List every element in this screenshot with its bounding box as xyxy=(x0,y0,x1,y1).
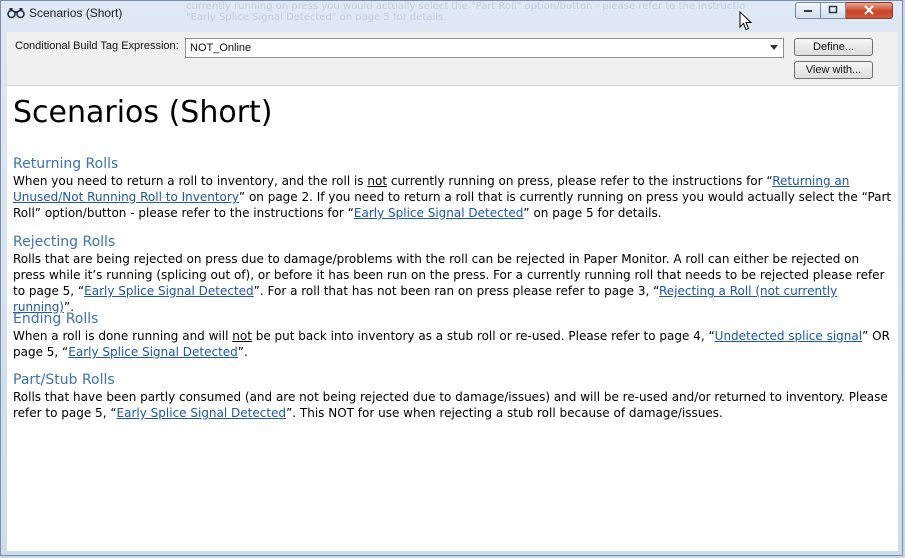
link-early-splice-signal[interactable]: Early Splice Signal Detected xyxy=(68,345,238,359)
title-bar[interactable]: Scenarios (Short) xyxy=(1,1,904,27)
body-text: When you need to return a roll to invent… xyxy=(13,174,368,188)
build-tag-toolbar: Conditional Build Tag Expression: NOT_On… xyxy=(7,32,898,85)
link-early-splice-signal[interactable]: Early Splice Signal Detected xyxy=(117,406,287,420)
section-body: Rolls that have been partly consumed (an… xyxy=(13,389,893,421)
mouse-pointer-icon xyxy=(739,10,753,31)
window-title: Scenarios (Short) xyxy=(29,6,123,20)
section-heading: Returning Rolls xyxy=(13,156,119,172)
body-text: ”. This NOT for use when rejecting a stu… xyxy=(286,406,723,420)
link-early-splice-signal[interactable]: Early Splice Signal Detected xyxy=(84,284,254,298)
section-heading: Ending Rolls xyxy=(13,311,99,327)
selected-expression: NOT_Online xyxy=(190,42,252,54)
link-undetected-splice-signal[interactable]: Undetected splice signal xyxy=(715,329,862,343)
underlined-text: not xyxy=(367,174,388,188)
body-text: be put back into inventory as a stub rol… xyxy=(251,329,715,343)
section-part-stub-rolls: Part/Stub Rolls Rolls that have been par… xyxy=(13,372,893,421)
body-text: currently running on press, please refer… xyxy=(387,174,773,188)
topic-content: Scenarios (Short) Returning Rolls When y… xyxy=(7,85,898,551)
minimize-button[interactable] xyxy=(795,2,821,19)
build-tag-expression-select[interactable]: NOT_Online xyxy=(185,38,784,58)
section-body: Rolls that are being rejected on press d… xyxy=(13,251,893,315)
body-text: When a roll is done running and will xyxy=(13,329,233,343)
section-body: When you need to return a roll to invent… xyxy=(13,173,893,221)
section-heading: Rejecting Rolls xyxy=(13,234,116,250)
page-title: Scenarios (Short) xyxy=(13,95,273,130)
section-heading: Part/Stub Rolls xyxy=(13,372,115,388)
underlined-text: not xyxy=(232,329,252,343)
body-text: ”. xyxy=(237,345,248,359)
dropdown-arrow-icon[interactable] xyxy=(767,41,781,55)
minimize-icon xyxy=(803,5,813,16)
close-button[interactable] xyxy=(846,2,893,19)
section-returning-rolls: Returning Rolls When you need to return … xyxy=(13,156,893,221)
section-rejecting-rolls: Rejecting Rolls Rolls that are being rej… xyxy=(13,234,893,315)
body-text: ” on page 5 for details. xyxy=(523,206,662,220)
define-button[interactable]: Define... xyxy=(794,38,873,56)
link-early-splice-signal[interactable]: Early Splice Signal Detected xyxy=(354,206,524,220)
window: currently running on press you would act… xyxy=(0,0,903,556)
window-controls xyxy=(795,2,893,20)
view-with-button[interactable]: View with... xyxy=(794,61,873,79)
section-ending-rolls: Ending Rolls When a roll is done running… xyxy=(13,311,893,360)
maximize-button[interactable] xyxy=(821,2,846,19)
restore-icon xyxy=(828,5,838,17)
binoculars-icon xyxy=(7,7,25,21)
body-text: ”. For a roll that has not been ran on p… xyxy=(253,284,659,298)
build-tag-label: Conditional Build Tag Expression: xyxy=(15,40,179,52)
section-body: When a roll is done running and will not… xyxy=(13,328,893,360)
close-icon xyxy=(864,4,874,17)
